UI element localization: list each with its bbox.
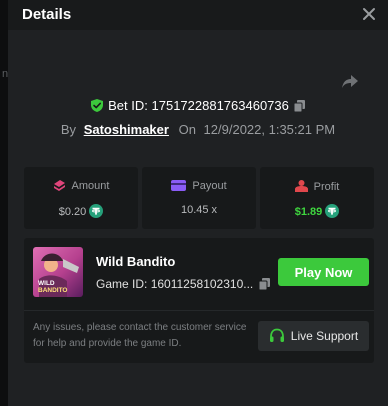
stat-profit: Profit $1.89: [260, 167, 374, 229]
bet-id-row: Bet ID: 1751722881763460736: [8, 98, 388, 113]
page-backdrop: n: [0, 0, 8, 406]
support-help-text: Any issues, please contact the customer …: [33, 322, 247, 349]
stat-amount-value: $0.20: [58, 206, 87, 218]
live-support-label: Live Support: [290, 329, 359, 343]
bet-meta-row: By Satoshimaker On 12/9/2022, 1:35:21 PM: [8, 122, 388, 137]
close-icon[interactable]: [362, 7, 376, 21]
username-link[interactable]: Satoshimaker: [84, 122, 169, 137]
headset-icon: [269, 328, 284, 342]
share-icon[interactable]: [341, 72, 359, 90]
copy-icon[interactable]: [259, 278, 271, 290]
amount-icon: [53, 180, 65, 191]
thumb-text-1: WILD: [38, 280, 55, 287]
on-label: On: [178, 122, 196, 137]
live-support-button[interactable]: Live Support: [258, 321, 369, 351]
play-now-button[interactable]: Play Now: [278, 258, 369, 286]
bet-id-value: 1751722881763460736: [151, 98, 289, 113]
bet-id-label: Bet ID:: [108, 98, 148, 113]
stat-payout: Payout 10.45 x: [142, 167, 256, 229]
game-id-row: Game ID: 16011258102310...: [96, 277, 271, 291]
stat-amount-label: Amount: [71, 180, 110, 192]
profit-icon: [294, 180, 308, 192]
copy-icon[interactable]: [293, 100, 305, 112]
modal-header: Details: [8, 0, 388, 30]
game-thumbnail[interactable]: WILD BANDITO: [33, 247, 83, 297]
thumb-text-2: BANDITO: [38, 287, 68, 294]
stat-amount: Amount $0.20: [24, 167, 138, 229]
stat-profit-value: $1.89: [294, 206, 323, 218]
stat-payout-value: 10.45 x: [180, 204, 218, 216]
modal-title: Details: [22, 6, 72, 23]
game-id-label: Game ID:: [96, 277, 148, 291]
bet-stats: Amount $0.20 Payout 10.45 x Profit $1.89: [24, 167, 374, 229]
tether-icon: [89, 204, 104, 218]
shield-check-icon: [91, 99, 104, 112]
bet-date: 12/9/2022, 1:35:21 PM: [203, 122, 336, 137]
game-id-value: 16011258102310...: [150, 277, 254, 291]
stat-payout-label: Payout: [192, 180, 227, 192]
stat-profit-label: Profit: [313, 181, 340, 193]
details-modal: Details Bet ID: 1751722881763460736 By S…: [8, 0, 388, 406]
payout-icon: [171, 180, 187, 191]
by-label: By: [60, 122, 77, 137]
divider: [24, 310, 374, 311]
game-name: Wild Bandito: [96, 254, 176, 269]
game-card: WILD BANDITO Wild Bandito Game ID: 16011…: [24, 238, 374, 363]
tether-icon: [325, 204, 340, 218]
